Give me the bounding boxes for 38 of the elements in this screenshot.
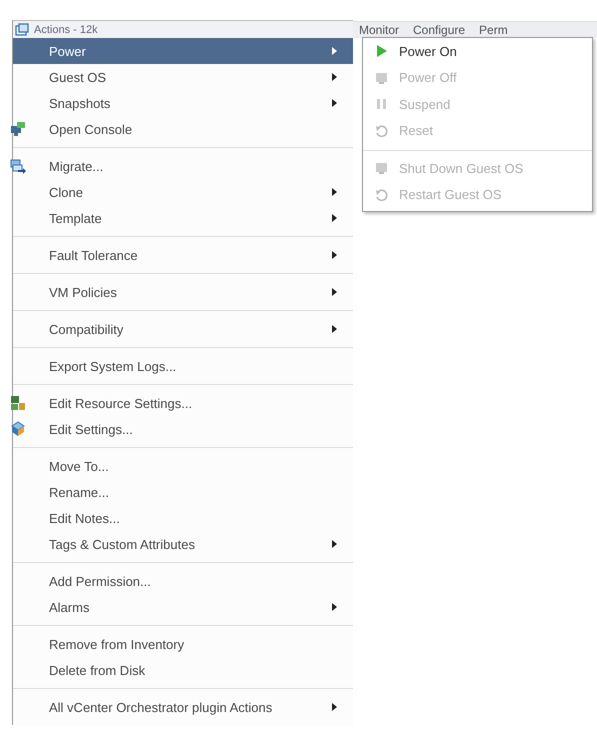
resource-icon (10, 395, 26, 411)
menu-item[interactable]: Delete from Disk (13, 657, 353, 683)
tab[interactable]: Perm (479, 23, 508, 38)
tab[interactable]: Monitor (359, 23, 400, 38)
menu-item[interactable]: Edit Notes... (13, 505, 353, 531)
stop-icon (375, 161, 389, 176)
menu-item[interactable]: Remove from Inventory (13, 631, 353, 657)
menu-item[interactable]: Fault Tolerance (13, 242, 353, 268)
menu-item[interactable]: Guest OS (13, 64, 353, 90)
menu-item[interactable]: Snapshots (13, 90, 353, 116)
menu-item[interactable]: Edit Settings... (13, 416, 353, 442)
menu-item[interactable]: Power On (363, 38, 592, 64)
reset-icon (375, 124, 389, 138)
menu-item[interactable]: Template (13, 205, 353, 231)
menu-item[interactable]: Migrate... (13, 153, 353, 179)
settings-icon (10, 421, 26, 437)
menu-item[interactable]: Tags & Custom Attributes (13, 531, 353, 557)
menu-item[interactable]: Add Permission... (13, 568, 353, 594)
menu-item[interactable]: VM Policies (13, 279, 353, 305)
virtual-machine-icon (15, 22, 29, 36)
menu-item[interactable]: All vCenter Orchestrator plugin Actions (13, 694, 353, 720)
menu-item[interactable]: Move To... (13, 453, 353, 479)
menu-item[interactable]: Clone (13, 179, 353, 205)
pause-icon (375, 97, 389, 112)
tab[interactable]: Configure (413, 23, 466, 38)
monitor-icon (10, 121, 26, 137)
menu-item[interactable]: Export System Logs... (13, 353, 353, 379)
menu-item[interactable]: Open Console (13, 116, 353, 142)
play-icon (376, 44, 388, 58)
menu-item[interactable]: Rename... (13, 479, 353, 505)
stop-icon (375, 70, 389, 85)
menu-title: Actions - 12k (34, 24, 98, 36)
reset-icon (375, 188, 389, 202)
menu-item[interactable]: Edit Resource Settings... (13, 390, 353, 416)
menu-item[interactable]: Alarms (13, 594, 353, 620)
migrate-icon (10, 158, 26, 174)
menu-item[interactable]: Compatibility (13, 316, 353, 342)
menu-item[interactable]: Power (13, 38, 353, 64)
